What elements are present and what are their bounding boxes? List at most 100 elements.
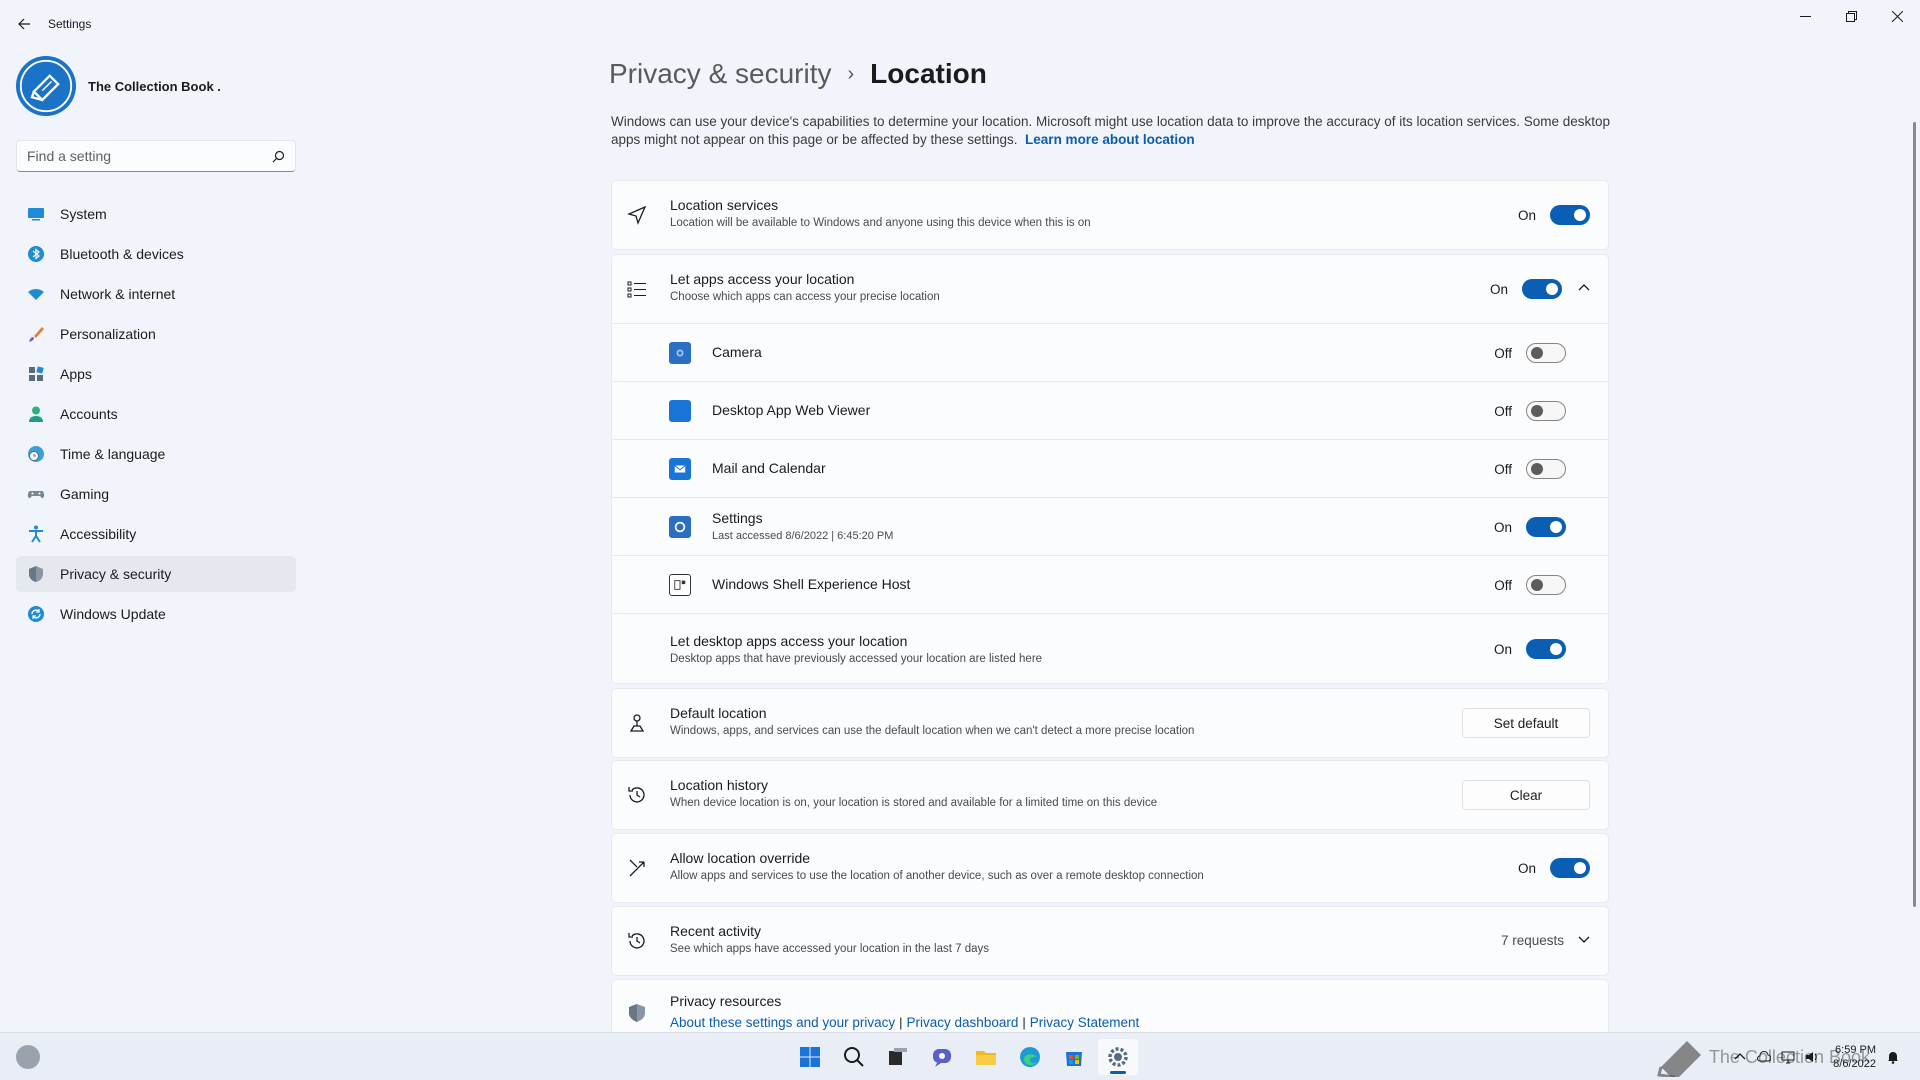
override-subtitle: Allow apps and services to use the locat… — [670, 870, 1204, 882]
location-services-card: Location services Location will be avail… — [611, 180, 1609, 250]
desktop-apps-state: On — [1493, 641, 1512, 657]
desktop-apps-title: Let desktop apps access your location — [670, 633, 908, 649]
edge-icon — [1020, 1047, 1040, 1067]
store-icon — [1066, 1052, 1082, 1066]
location-override-toggle[interactable] — [1550, 858, 1590, 878]
location-services-toggle[interactable] — [1550, 205, 1590, 225]
desktop-web-viewer-toggle[interactable] — [1526, 401, 1566, 421]
settings-taskbar-button[interactable] — [1098, 1039, 1138, 1075]
shell-host-app-icon — [669, 574, 691, 596]
sidebar-item-personalization[interactable]: Personalization — [16, 316, 296, 352]
override-title: Allow location override — [670, 850, 811, 866]
search-input[interactable] — [27, 148, 272, 164]
network-icon[interactable] — [1781, 1050, 1795, 1064]
app-title: Settings — [48, 17, 92, 31]
clock[interactable]: 6:59 PM 8/6/2022 — [1833, 1043, 1876, 1071]
sidebar-item-accounts[interactable]: Accounts — [16, 396, 296, 432]
app-row-camera: Camera Off — [612, 323, 1608, 381]
arrow-left-icon — [18, 18, 30, 30]
start-button[interactable] — [790, 1039, 830, 1075]
sidebar-item-system[interactable]: System — [16, 196, 296, 232]
recent-activity-count: 7 requests — [1500, 932, 1564, 948]
location-history-subtitle: When device location is on, your locatio… — [670, 797, 1158, 809]
window-controls — [1782, 0, 1920, 32]
recent-activity-title: Recent activity — [670, 923, 762, 939]
shield-icon — [626, 1002, 648, 1024]
sidebar-item-accessibility[interactable]: Accessibility — [16, 516, 296, 552]
page-title: Location — [870, 58, 987, 89]
sidebar-item-time-language[interactable]: Time & language — [16, 436, 296, 472]
camera-toggle[interactable] — [1526, 343, 1566, 363]
app-name: Mail and Calendar — [712, 460, 826, 476]
location-override-card: Allow location override Allow apps and s… — [611, 833, 1609, 903]
taskbar-search-button[interactable] — [834, 1039, 874, 1075]
search-icon[interactable] — [272, 150, 285, 163]
web-viewer-app-icon — [669, 400, 691, 422]
minimize-icon — [1799, 15, 1811, 17]
privacy-statement-link[interactable]: Privacy Statement — [1030, 1015, 1140, 1030]
book-logo-icon — [19, 59, 73, 113]
history-icon — [626, 784, 648, 806]
sidebar-item-label: Windows Update — [60, 606, 166, 622]
close-icon — [1891, 10, 1903, 22]
chat-button[interactable] — [922, 1039, 962, 1075]
minimize-button[interactable] — [1782, 0, 1828, 32]
app-state: Off — [1494, 577, 1512, 593]
store-button[interactable] — [1054, 1039, 1094, 1075]
file-explorer-button[interactable] — [966, 1039, 1006, 1075]
restore-button[interactable] — [1828, 0, 1874, 32]
cloud-icon[interactable] — [1757, 1050, 1772, 1064]
learn-more-link[interactable]: Learn more about location — [1025, 132, 1195, 147]
clear-button[interactable]: Clear — [1462, 780, 1590, 810]
search-box[interactable] — [16, 140, 296, 172]
clock-date: 8/6/2022 — [1833, 1058, 1876, 1070]
sidebar-item-network[interactable]: Network & internet — [16, 276, 296, 312]
chevron-up-icon[interactable] — [1733, 1050, 1747, 1064]
taskbar: The Collection Book 6:59 PM 8/6/2022 — [0, 1032, 1920, 1080]
settings-toggle[interactable] — [1526, 517, 1566, 537]
widgets-icon[interactable] — [16, 1045, 40, 1069]
app-row-desktop-web-viewer: Desktop App Web Viewer Off — [612, 381, 1608, 439]
let-apps-title: Let apps access your location — [670, 271, 855, 287]
set-default-button[interactable]: Set default — [1462, 708, 1590, 738]
desktop-apps-subtitle: Desktop apps that have previously access… — [670, 653, 1043, 665]
sidebar-item-bluetooth[interactable]: Bluetooth & devices — [16, 236, 296, 272]
link-separator: | — [899, 1015, 903, 1030]
sidebar-item-windows-update[interactable]: Windows Update — [16, 596, 296, 632]
edge-button[interactable] — [1010, 1039, 1050, 1075]
scrollbar[interactable] — [1913, 122, 1916, 907]
sidebar-item-privacy-security[interactable]: Privacy & security — [16, 556, 296, 592]
about-settings-link[interactable]: About these settings and your privacy — [670, 1015, 895, 1030]
sidebar-item-label: Apps — [60, 366, 92, 382]
chevron-down-icon[interactable] — [1578, 932, 1590, 948]
map-pin-person-icon — [626, 712, 648, 734]
desktop-apps-row: Let desktop apps access your location De… — [612, 613, 1608, 683]
mail-calendar-toggle[interactable] — [1526, 459, 1566, 479]
privacy-links: About these settings and your privacy | Pr… — [670, 1014, 1139, 1030]
notification-bell-icon[interactable] — [1886, 1050, 1900, 1064]
back-button[interactable] — [0, 0, 48, 48]
close-button[interactable] — [1874, 0, 1920, 32]
desktop-apps-toggle[interactable] — [1526, 639, 1566, 659]
sidebar-item-gaming[interactable]: Gaming — [16, 476, 296, 512]
app-name: Settings — [712, 510, 763, 526]
sidebar-item-apps[interactable]: Apps — [16, 356, 296, 392]
shell-host-toggle[interactable] — [1526, 575, 1566, 595]
profile[interactable]: The Collection Book . — [16, 56, 221, 116]
book-watermark-icon — [1657, 1041, 1701, 1077]
restore-icon — [1845, 10, 1857, 22]
breadcrumb-parent[interactable]: Privacy & security — [609, 58, 832, 90]
person-icon — [26, 404, 46, 424]
recent-activity-card[interactable]: Recent activity See which apps have acce… — [611, 906, 1609, 976]
wifi-icon — [26, 284, 46, 304]
task-view-button[interactable] — [878, 1039, 918, 1075]
chevron-up-icon[interactable] — [1578, 281, 1590, 297]
volume-icon[interactable] — [1805, 1050, 1819, 1064]
avatar — [16, 56, 76, 116]
let-apps-row[interactable]: Let apps access your location Choose whi… — [612, 255, 1608, 323]
sidebar-item-label: Time & language — [60, 446, 166, 462]
app-name: Camera — [712, 344, 762, 360]
privacy-dashboard-link[interactable]: Privacy dashboard — [907, 1015, 1019, 1030]
let-apps-toggle[interactable] — [1522, 279, 1562, 299]
file-explorer-icon — [976, 1051, 996, 1065]
